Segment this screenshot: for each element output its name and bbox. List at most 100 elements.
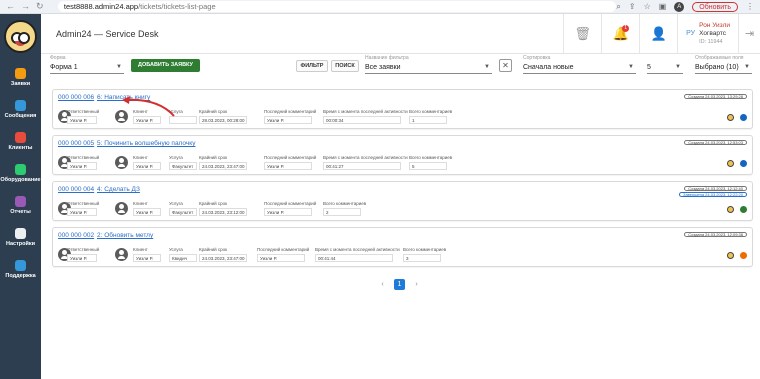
sidebar-item-1[interactable]: Сообщения <box>0 93 41 125</box>
menu-icon[interactable]: ⋮ <box>746 2 754 11</box>
field-dl: Крайний срок 24.03.2023, 23:12:00 <box>199 201 247 217</box>
sidebar-item-6[interactable]: Поддержка <box>0 253 41 285</box>
field-value <box>169 116 197 124</box>
ticket-number[interactable]: 000 000 002 <box>58 232 94 239</box>
status-dot <box>740 206 747 213</box>
gear-icon <box>15 227 26 239</box>
ticket-card[interactable]: 000 000 004 4: Сделать ДЗ Ответственный Уиз… <box>52 181 753 221</box>
user-avatar: РУ <box>686 30 696 37</box>
filter-name-label: Название фильтра <box>365 55 409 61</box>
back-icon[interactable]: ← <box>6 1 15 12</box>
sidebar-item-label: Клиенты <box>8 144 33 151</box>
page-1-button[interactable]: 1 <box>394 279 405 290</box>
field-tc: Всего комментариев 1 <box>409 109 452 125</box>
field-label: Клиент <box>133 201 148 206</box>
page-size-value: 5 <box>647 64 651 71</box>
sidebar-item-0[interactable]: Заявки <box>0 61 41 93</box>
logout-icon[interactable]: ⇥ <box>738 14 760 53</box>
field-value: Уизли Р. <box>67 208 97 216</box>
field-value: 3 <box>403 254 441 262</box>
page-title: Admin24 — Service Desk <box>56 28 159 39</box>
field-value: Уизли Р. <box>67 254 97 262</box>
extensions-icon[interactable]: ▣ <box>659 2 667 11</box>
forward-icon[interactable]: → <box>21 1 30 12</box>
profile-avatar[interactable]: A <box>674 1 685 12</box>
share-icon[interactable]: ⇪ <box>629 2 636 11</box>
form-value: Форма 1 <box>50 64 78 71</box>
ticket-number[interactable]: 000 000 006 <box>58 94 94 101</box>
ticket-title[interactable]: 5: Починить волшебную палочку <box>97 140 195 147</box>
field-value: 24.03.2023, 23:12:00 <box>199 208 247 216</box>
assignee-face-icon <box>727 114 734 121</box>
field-tc: Всего комментариев 2 <box>323 201 366 217</box>
sidebar-item-label: Оборудование <box>0 176 41 183</box>
field-label: Крайний срок <box>199 109 228 114</box>
field-value: 00:41:44 <box>315 254 393 262</box>
add-user-icon[interactable]: 👤 <box>639 14 677 53</box>
ticket-title[interactable]: 4: Сделать ДЗ <box>97 186 140 193</box>
prev-page-button[interactable]: ‹ <box>377 279 388 290</box>
sort-value: Сначала новые <box>523 64 574 71</box>
user-name: Рон Уизли <box>699 21 730 29</box>
field-value: 2 <box>323 208 361 216</box>
address-bar[interactable]: test8888.admin24.app/tickets/tickets-lis… <box>57 1 617 12</box>
next-page-button[interactable]: › <box>411 279 422 290</box>
ticket-number[interactable]: 000 000 004 <box>58 186 94 193</box>
add-ticket-button[interactable]: ДОБАВИТЬ ЗАЯВКУ <box>131 59 200 72</box>
ticket-title[interactable]: 2: Обновить метлу <box>97 232 153 239</box>
help-icon <box>15 259 26 271</box>
sidebar-item-3[interactable]: Оборудование <box>0 157 41 189</box>
form-select[interactable]: Форма Форма 1 ▼ <box>50 55 124 74</box>
ticket-card[interactable]: 000 000 002 2: Обновить метлу Ответственны… <box>52 227 753 267</box>
field-svc: Услуга <box>169 109 197 125</box>
zoom-icon[interactable]: ⌕ <box>616 2 620 12</box>
update-button[interactable]: Обновить <box>692 1 738 12</box>
status-dot <box>740 252 747 259</box>
sidebar: Заявки Сообщения Клиенты Оборудование Отчеты… <box>0 14 41 379</box>
field-svc: Услуга Квидич <box>169 247 197 263</box>
client-avatar <box>115 156 128 169</box>
field-label: Всего комментариев <box>323 201 367 206</box>
search-button[interactable]: ПОИСК <box>331 60 359 72</box>
page-size-select[interactable]: 5 ▼ <box>647 57 683 74</box>
field-cli: Клиент Уизли Р. <box>133 201 161 217</box>
ticket-card[interactable]: 000 000 005 5: Починить волшебную палочку… <box>52 135 753 175</box>
report-icon <box>15 195 26 207</box>
fields-select[interactable]: Отображаемые поля Выбрано (10) ▼ <box>695 55 752 74</box>
sidebar-item-2[interactable]: Клиенты <box>0 125 41 157</box>
notification-badge: 1 <box>622 25 630 32</box>
filter-name-select[interactable]: Название фильтра Все заявки ▼ <box>365 55 492 74</box>
ticket-number[interactable]: 000 000 005 <box>58 140 94 147</box>
sidebar-item-4[interactable]: Отчеты <box>0 189 41 221</box>
field-value: Уизли Р. <box>264 208 312 216</box>
chat-icon <box>15 99 26 111</box>
chevron-down-icon: ▼ <box>628 64 634 70</box>
field-value: Уизли Р. <box>133 162 161 170</box>
app-logo[interactable] <box>4 20 37 53</box>
header: Admin24 — Service Desk 🗑 🔔 1 👤 РУ Рон Уиз… <box>41 14 760 54</box>
field-value: Квидич <box>169 254 197 262</box>
sidebar-item-label: Отчеты <box>10 208 31 215</box>
field-lc: Последний комментарий Уизли Р. <box>264 109 316 125</box>
sidebar-item-5[interactable]: Настройки <box>0 221 41 253</box>
field-value: Уизли Р. <box>67 162 97 170</box>
field-cli: Клиент Уизли Р. <box>133 247 161 263</box>
sort-select[interactable]: Сортировка Сначала новые ▼ <box>523 55 636 74</box>
client-avatar <box>115 202 128 215</box>
ticket-card[interactable]: 000 000 006 6: Написать книгу Ответственны… <box>52 89 753 129</box>
assignee-face-icon <box>727 206 734 213</box>
bell-icon[interactable]: 🔔 1 <box>601 14 639 53</box>
date-stamp: Создана 24.03.2023, 12:12:40 <box>684 186 747 191</box>
reload-icon[interactable]: ↻ <box>36 1 44 12</box>
browser-nav: ← → ↻ <box>0 1 58 12</box>
filter-button[interactable]: ФИЛЬТР <box>296 60 328 72</box>
ticket-title[interactable]: 6: Написать книгу <box>97 94 150 101</box>
user-profile[interactable]: РУ Рон Уизли Хогвартс ID: 11944 <box>677 14 738 53</box>
field-label: Услуга <box>169 109 183 114</box>
field-svc: Услуга Факультет <box>169 201 197 217</box>
trash-icon[interactable]: 🗑 <box>563 14 601 53</box>
browser-toolbar: ← → ↻ test8888.admin24.app/tickets/ticke… <box>0 0 760 14</box>
fields-label: Отображаемые поля <box>695 55 744 61</box>
clear-filter-icon[interactable]: ✕ <box>499 59 512 72</box>
bookmark-icon[interactable]: ☆ <box>644 2 651 11</box>
